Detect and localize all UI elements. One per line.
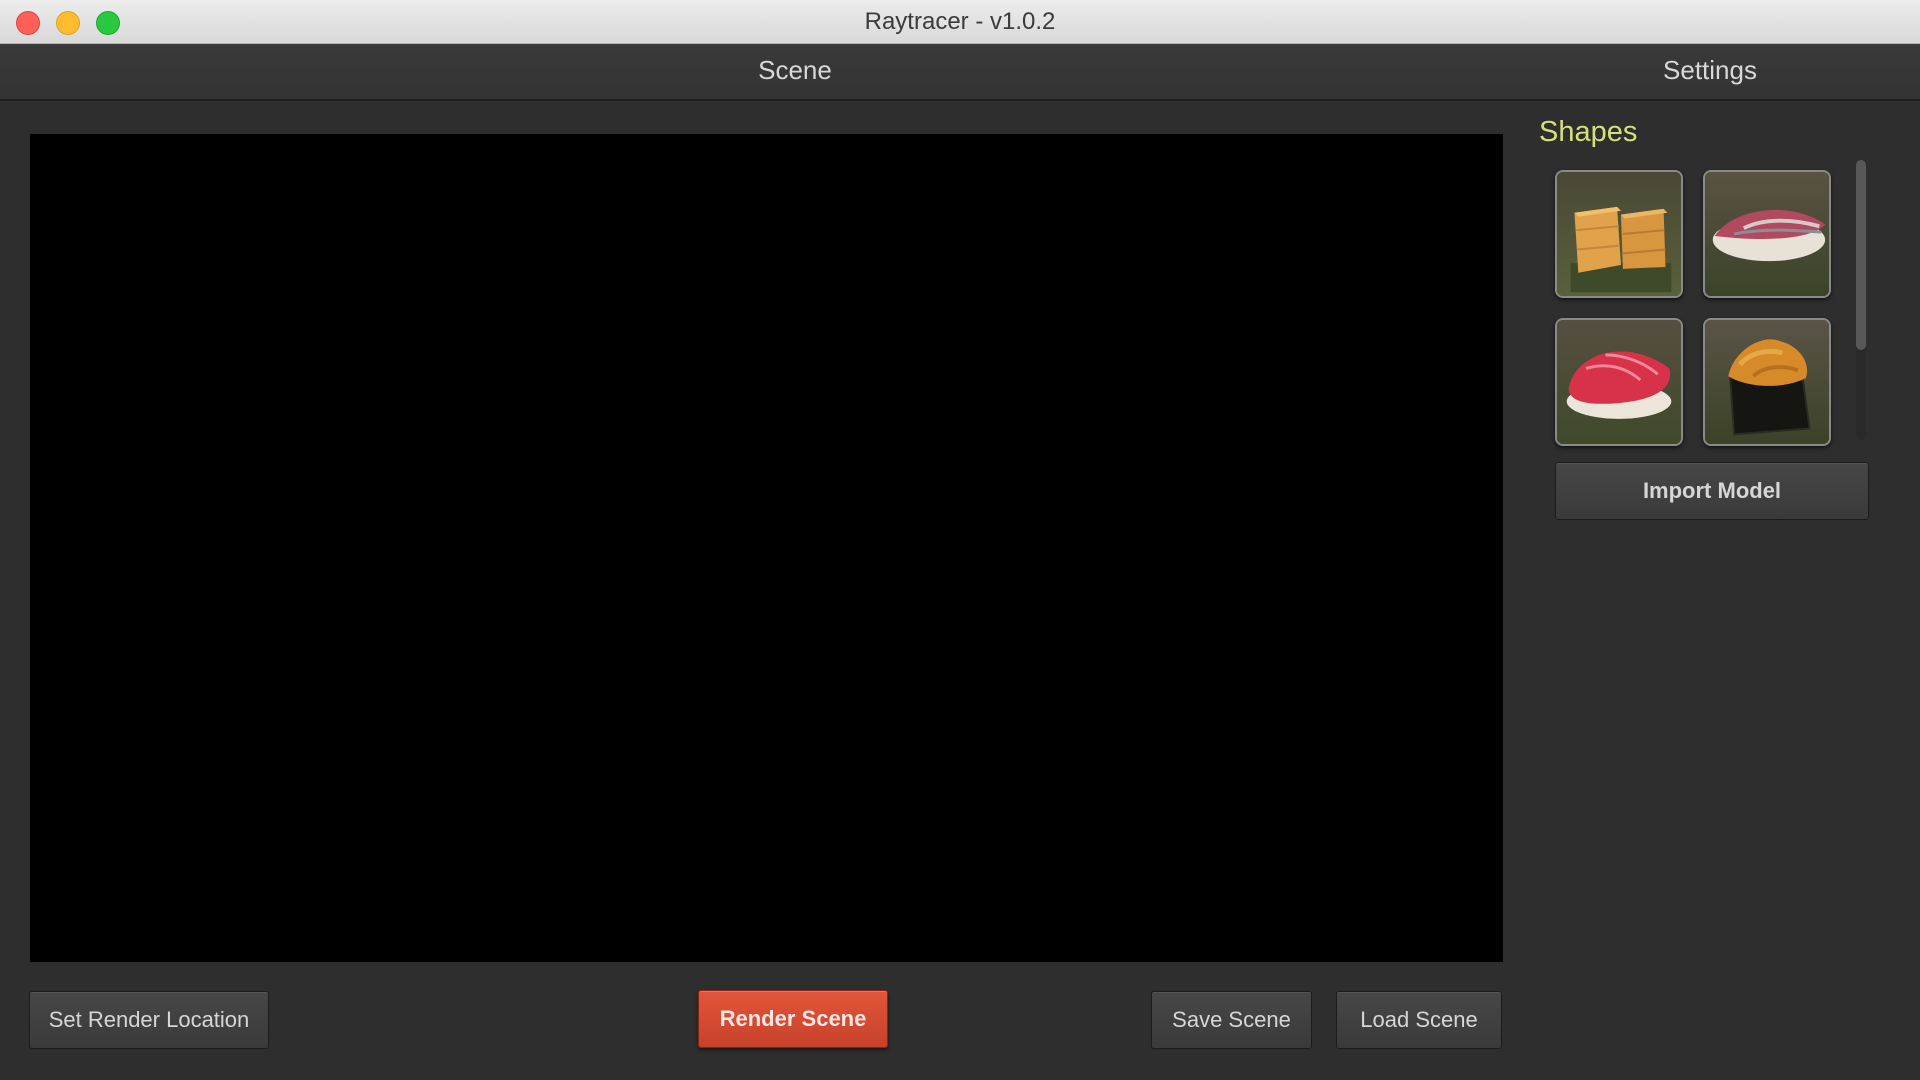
shape-tile-uni[interactable] [1703, 318, 1831, 446]
tab-settings[interactable]: Settings [1610, 44, 1810, 101]
tab-bar: Scene Settings [0, 44, 1920, 101]
shape-tile-tamago[interactable] [1555, 170, 1683, 298]
window-title: Raytracer - v1.0.2 [864, 8, 1056, 35]
uni-thumbnail-icon [1705, 320, 1829, 444]
load-scene-button[interactable]: Load Scene [1336, 991, 1502, 1049]
app-window: Raytracer - v1.0.2 Scene Settings Shapes [0, 0, 1920, 1080]
tamago-thumbnail-icon [1557, 172, 1681, 296]
aji-thumbnail-icon [1705, 172, 1829, 296]
set-render-location-button[interactable]: Set Render Location [29, 991, 269, 1049]
toro-thumbnail-icon [1557, 320, 1681, 444]
shape-tile-aji[interactable] [1703, 170, 1831, 298]
shape-tile-toro[interactable] [1555, 318, 1683, 446]
import-model-button[interactable]: Import Model [1555, 462, 1869, 520]
shapes-heading: Shapes [1539, 116, 1638, 148]
tab-scene[interactable]: Scene [695, 44, 895, 101]
render-scene-button[interactable]: Render Scene [698, 990, 888, 1048]
save-scene-button[interactable]: Save Scene [1151, 991, 1312, 1049]
render-viewport[interactable] [30, 134, 1503, 962]
title-bar[interactable]: Raytracer - v1.0.2 [0, 0, 1920, 44]
shapes-scrollbar-thumb[interactable] [1856, 160, 1866, 350]
